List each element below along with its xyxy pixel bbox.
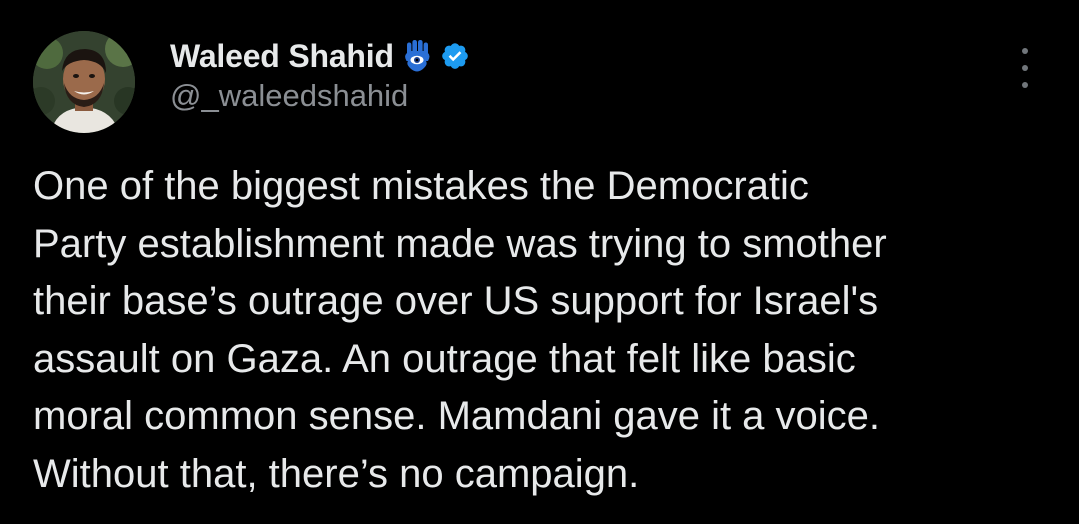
more-dot (1022, 65, 1028, 71)
tweet-text: One of the biggest mistakes the Democrat… (33, 158, 1063, 503)
tweet-text-line: One of the biggest mistakes the Democrat… (33, 164, 809, 208)
hamsa-hand-icon (402, 39, 432, 73)
author-name-row: Waleed Shahid (170, 34, 470, 78)
tweet-text-line: assault on Gaza. An outrage that felt li… (33, 336, 856, 381)
avatar[interactable] (33, 31, 135, 133)
more-dot (1022, 48, 1028, 54)
tweet-text-line: moral common sense. Mamdani gave it a vo… (33, 394, 881, 438)
author-display-name[interactable]: Waleed Shahid (170, 38, 394, 75)
more-options-icon[interactable] (1014, 48, 1036, 88)
tweet-card: Waleed Shahid @_waleedshahid One of the … (0, 0, 1079, 524)
tweet-text-line: Party establishment made was trying to s… (33, 221, 887, 266)
tweet-text-line: Without that, there’s no campaign. (33, 451, 640, 496)
verified-badge-icon[interactable] (440, 41, 470, 71)
tweet-text-line: their base’s outrage over US support for… (33, 279, 879, 323)
more-dot (1022, 82, 1028, 88)
avatar-image (33, 31, 135, 133)
author-handle[interactable]: @_waleedshahid (170, 78, 408, 114)
